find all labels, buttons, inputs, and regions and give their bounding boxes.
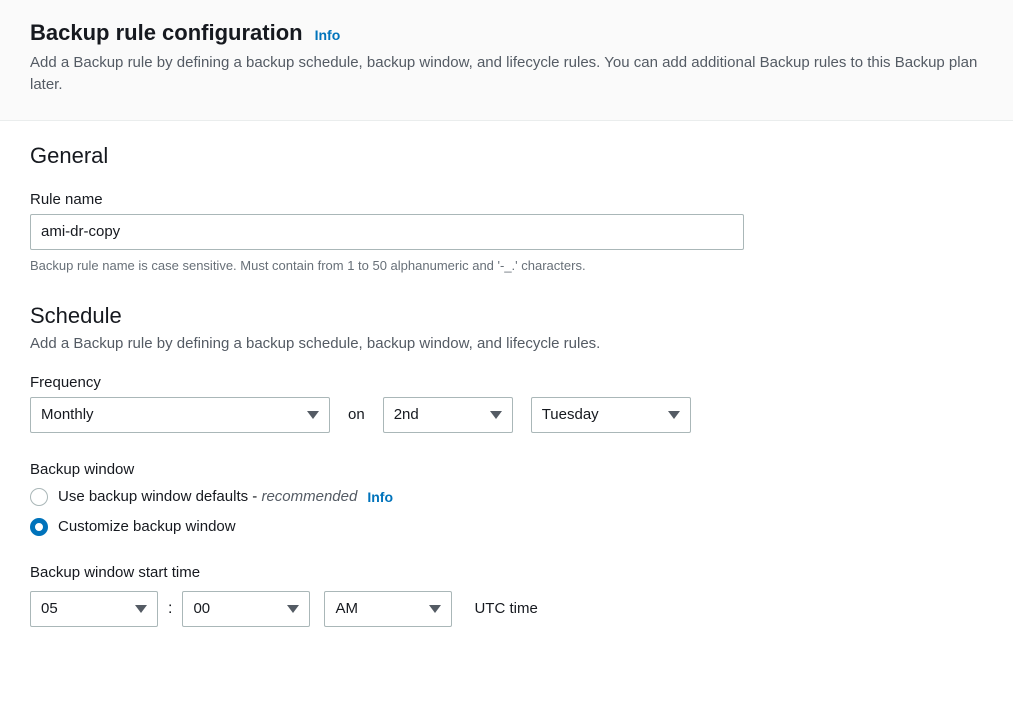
radio-defaults[interactable]: Use backup window defaults - recommended… (30, 488, 983, 506)
chevron-down-icon (490, 411, 502, 419)
backup-window-label: Backup window (30, 461, 983, 478)
time-colon: : (168, 600, 172, 618)
start-hour-value: 05 (41, 600, 58, 617)
start-minute-value: 00 (193, 600, 210, 617)
info-link[interactable]: Info (315, 27, 341, 43)
chevron-down-icon (307, 411, 319, 419)
ordinal-value: 2nd (394, 406, 419, 423)
frequency-value: Monthly (41, 406, 94, 423)
start-ampm-select[interactable]: AM (324, 591, 452, 627)
radio-circle-selected-icon (30, 518, 48, 536)
rule-name-input[interactable] (30, 214, 744, 250)
chevron-down-icon (668, 411, 680, 419)
utc-label: UTC time (474, 600, 537, 617)
day-select[interactable]: Tuesday (531, 397, 691, 433)
rule-name-label: Rule name (30, 191, 983, 208)
radio-circle-icon (30, 488, 48, 506)
schedule-description: Add a Backup rule by defining a backup s… (30, 335, 983, 352)
frequency-select[interactable]: Monthly (30, 397, 330, 433)
rule-name-helper: Backup rule name is case sensitive. Must… (30, 258, 983, 273)
start-ampm-value: AM (335, 600, 358, 617)
info-link[interactable]: Info (367, 489, 393, 505)
general-section-title: General (30, 143, 983, 169)
start-hour-select[interactable]: 05 (30, 591, 158, 627)
ordinal-select[interactable]: 2nd (383, 397, 513, 433)
panel-title: Backup rule configuration (30, 20, 303, 46)
on-label: on (348, 406, 365, 423)
radio-customize[interactable]: Customize backup window (30, 518, 983, 536)
start-minute-select[interactable]: 00 (182, 591, 310, 627)
radio-defaults-label: Use backup window defaults - recommended (58, 488, 357, 505)
chevron-down-icon (287, 605, 299, 613)
radio-customize-label: Customize backup window (58, 518, 236, 535)
day-value: Tuesday (542, 406, 599, 423)
chevron-down-icon (135, 605, 147, 613)
frequency-label: Frequency (30, 374, 983, 391)
chevron-down-icon (429, 605, 441, 613)
start-time-label: Backup window start time (30, 564, 983, 581)
schedule-section-title: Schedule (30, 303, 983, 329)
panel-description: Add a Backup rule by defining a backup s… (30, 52, 983, 96)
